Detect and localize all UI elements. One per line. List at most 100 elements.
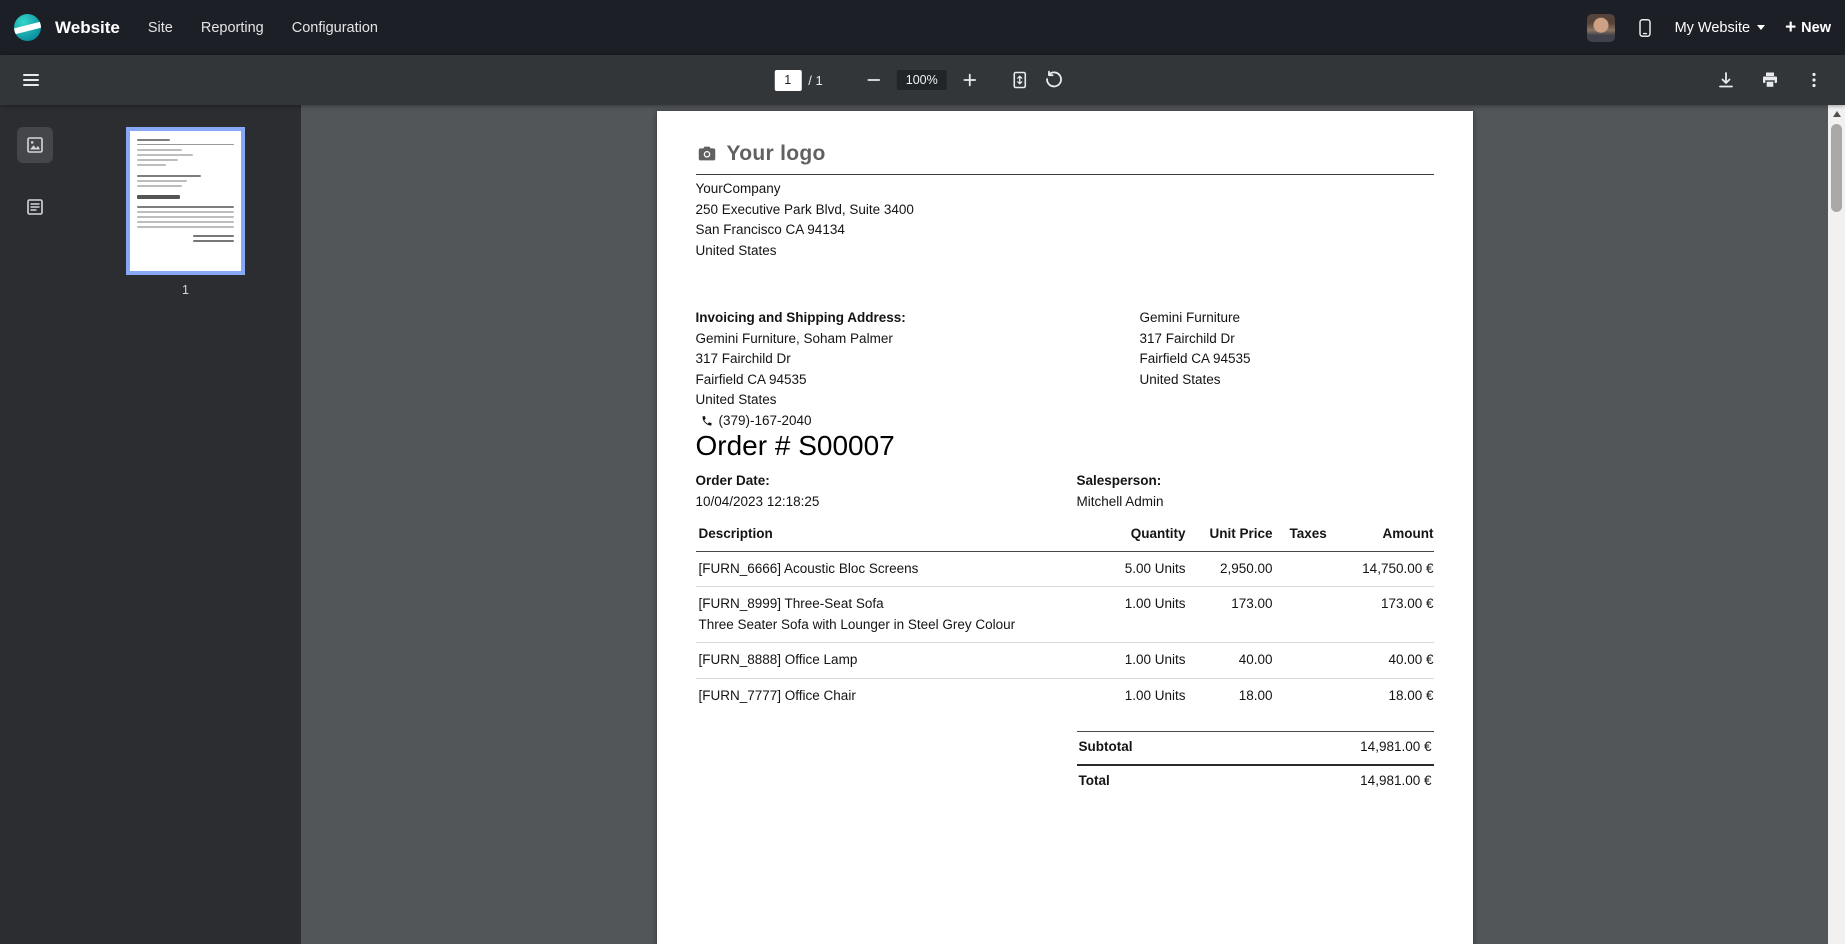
phone-line: (379)-167-2040 <box>696 411 1140 432</box>
phone-number: (379)-167-2040 <box>719 411 812 432</box>
company-name: YourCompany <box>696 179 1434 200</box>
website-app-logo-icon[interactable] <box>14 14 41 41</box>
mobile-preview-button[interactable] <box>1635 18 1655 38</box>
hamburger-menu-icon <box>21 70 41 90</box>
thumbnails-view-button[interactable] <box>17 127 53 163</box>
line-description: [FURN_8888] Office Lamp <box>696 650 1056 671</box>
logo-placeholder-text: Your logo <box>727 141 826 167</box>
col-header-taxes: Taxes <box>1273 524 1333 545</box>
line-unit-price: 18.00 <box>1186 686 1273 707</box>
salesperson-value: Mitchell Admin <box>1077 492 1164 513</box>
new-button-label: New <box>1801 20 1831 36</box>
order-info-section: Order Date: 10/04/2023 12:18:25 Salesper… <box>696 471 1434 512</box>
order-lines-table: Description Quantity Unit Price Taxes Am… <box>696 520 1434 713</box>
line-taxes <box>1273 686 1333 707</box>
pdf-toolbar: / 1 100% <box>0 55 1845 105</box>
rotate-button[interactable] <box>1037 63 1071 97</box>
order-date-block: Order Date: 10/04/2023 12:18:25 <box>696 471 1077 512</box>
zoom-in-button[interactable] <box>953 63 987 97</box>
thumbnails-icon <box>25 135 45 155</box>
line-quantity: 1.00 Units <box>1056 686 1186 707</box>
pdf-toolbar-right <box>1709 63 1831 97</box>
subtotal-row: Subtotal 14,981.00 € <box>1077 731 1434 764</box>
subtotal-value: 14,981.00 € <box>1360 737 1431 758</box>
document-outline-icon <box>25 197 45 217</box>
invoicing-address-line: Fairfield CA 94535 <box>696 370 1140 391</box>
company-address-block: YourCompany 250 Executive Park Blvd, Sui… <box>696 179 1434 261</box>
shipping-address-line: 317 Fairchild Dr <box>1140 329 1251 350</box>
menu-reporting[interactable]: Reporting <box>201 20 264 36</box>
website-selector[interactable]: My Website <box>1675 20 1765 36</box>
col-header-quantity: Quantity <box>1056 524 1186 545</box>
chevron-down-icon <box>1757 25 1765 30</box>
menu-site[interactable]: Site <box>148 20 173 36</box>
pdf-viewer-body: 1 Your logo YourCompany 250 Executive Pa… <box>0 105 1845 944</box>
pdf-toolbar-center: / 1 100% <box>774 63 1070 97</box>
line-quantity: 5.00 Units <box>1056 559 1186 580</box>
thumbnail-preview <box>137 139 234 242</box>
table-header-row: Description Quantity Unit Price Taxes Am… <box>696 520 1434 552</box>
line-taxes <box>1273 559 1333 580</box>
page-number-input[interactable] <box>774 70 801 91</box>
salesperson-block: Salesperson: Mitchell Admin <box>1077 471 1164 512</box>
scrollbar[interactable] <box>1828 105 1845 944</box>
new-button[interactable]: + New <box>1785 18 1831 37</box>
line-amount: 14,750.00 € <box>1333 559 1434 580</box>
scroll-up-arrow[interactable] <box>1828 105 1845 122</box>
total-row: Total 14,981.00 € <box>1077 764 1434 798</box>
plus-icon <box>961 71 979 89</box>
line-description: [FURN_8999] Three-Seat Sofa Three Seater… <box>696 594 1056 635</box>
invoicing-address-line: United States <box>696 390 1140 411</box>
more-options-button[interactable] <box>1797 63 1831 97</box>
outline-view-button[interactable] <box>17 189 53 225</box>
app-name[interactable]: Website <box>55 18 120 38</box>
line-description: [FURN_7777] Office Chair <box>696 686 1056 707</box>
page-count: / 1 <box>808 73 822 88</box>
col-header-amount: Amount <box>1333 524 1434 545</box>
print-button[interactable] <box>1753 63 1787 97</box>
total-value: 14,981.00 € <box>1360 771 1431 792</box>
main-menu: Site Reporting Configuration <box>148 20 378 36</box>
line-amount: 173.00 € <box>1333 594 1434 635</box>
company-address-line: United States <box>696 241 1434 262</box>
table-row: [FURN_6666] Acoustic Bloc Screens 5.00 U… <box>696 552 1434 588</box>
application-window: Website Site Reporting Configuration My … <box>0 0 1845 944</box>
thumbnail-column: 1 <box>70 105 301 944</box>
shipping-address-line: Gemini Furniture <box>1140 308 1251 329</box>
plus-icon: + <box>1785 18 1796 37</box>
page-thumbnail[interactable] <box>126 127 245 275</box>
navbar-left: Website Site Reporting Configuration <box>14 14 378 41</box>
fit-to-page-button[interactable] <box>1003 63 1037 97</box>
website-selector-label: My Website <box>1675 20 1750 36</box>
camera-icon <box>696 143 718 165</box>
pdf-content-area[interactable]: Your logo YourCompany 250 Executive Park… <box>301 105 1828 944</box>
mobile-phone-icon <box>1635 18 1655 38</box>
order-title: Order # S00007 <box>696 431 1434 461</box>
menu-configuration[interactable]: Configuration <box>292 20 378 36</box>
invoicing-address-line: 317 Fairchild Dr <box>696 349 1140 370</box>
salesperson-label: Salesperson: <box>1077 471 1164 492</box>
printer-icon <box>1760 70 1780 90</box>
line-quantity: 1.00 Units <box>1056 650 1186 671</box>
invoicing-address-block: Invoicing and Shipping Address: Gemini F… <box>696 308 1140 431</box>
fit-to-page-icon <box>1010 70 1030 90</box>
totals-section: Subtotal 14,981.00 € Total 14,981.00 € <box>1077 731 1434 797</box>
header-divider <box>696 174 1434 175</box>
download-icon <box>1716 70 1736 90</box>
zoom-out-button[interactable] <box>857 63 891 97</box>
line-unit-price: 40.00 <box>1186 650 1273 671</box>
invoicing-address-line: Gemini Furniture, Soham Palmer <box>696 329 1140 350</box>
col-header-description: Description <box>696 524 1056 545</box>
scrollbar-thumb[interactable] <box>1831 124 1842 212</box>
download-button[interactable] <box>1709 63 1743 97</box>
navbar-right: My Website + New <box>1587 14 1835 42</box>
zoom-level[interactable]: 100% <box>897 70 947 90</box>
line-unit-price: 173.00 <box>1186 594 1273 635</box>
col-header-unit-price: Unit Price <box>1186 524 1273 545</box>
minus-icon <box>865 71 883 89</box>
user-avatar[interactable] <box>1587 14 1615 42</box>
invoicing-address-label: Invoicing and Shipping Address: <box>696 308 1140 329</box>
logo-row: Your logo <box>696 141 1434 167</box>
sidebar-toggle-button[interactable] <box>14 63 48 97</box>
table-row: [FURN_8999] Three-Seat Sofa Three Seater… <box>696 587 1434 643</box>
